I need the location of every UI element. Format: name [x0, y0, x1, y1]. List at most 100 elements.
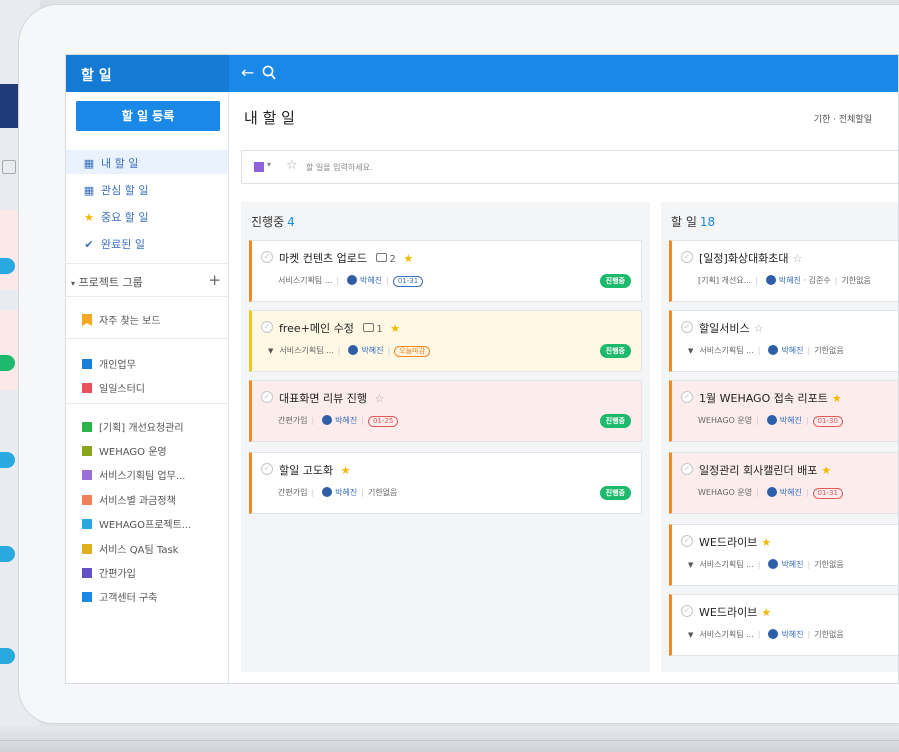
register-todo-button[interactable]: 할 일 등록: [76, 101, 220, 131]
color-square-icon: [82, 544, 92, 554]
project-item[interactable]: [기획] 개선요청관리: [82, 419, 184, 434]
project-item[interactable]: 서비스기획팀 업무...: [82, 467, 185, 482]
project-personal-work[interactable]: 개인업무: [82, 356, 136, 371]
column-title: 할 일 18: [671, 215, 716, 229]
project-item[interactable]: WEHAGO프로젝트...: [82, 516, 191, 531]
project-item[interactable]: 서비스 QA팀 Task: [82, 541, 178, 556]
star-icon[interactable]: ★: [390, 322, 400, 335]
assignee: 박혜진: [781, 630, 804, 639]
star-icon[interactable]: ★: [761, 606, 771, 619]
divider: [66, 403, 228, 404]
check-circle-icon: ✔: [84, 238, 94, 251]
divider: [66, 263, 228, 264]
due-date-pill: 01-25: [367, 416, 399, 427]
task-card[interactable]: ✓ 일정관리 회사캘린더 배포 ★ WEHAGO 운영 | 박혜진 | 01-31: [669, 452, 898, 514]
task-title: 대표화면 리뷰 진행: [279, 392, 367, 405]
background-card: [0, 310, 18, 390]
nav-important-todos[interactable]: ★ 중요 할 일: [66, 204, 228, 228]
project-item[interactable]: 고객센터 구축: [82, 589, 157, 604]
todo-input-placeholder: 할 일을 입력하세요.: [306, 163, 373, 172]
task-project: WEHAGO 운영: [698, 416, 753, 425]
task-title: 일정관리 회사캘린더 배포: [699, 464, 818, 477]
task-project: 서비스기획팀 ...: [279, 346, 334, 355]
assignee: 박혜진: [335, 416, 358, 425]
task-card[interactable]: ✓ 1월 WEHAGO 접속 리포트 ★ WEHAGO 운영 | 박혜진 | 01-30: [669, 380, 898, 442]
nav-watched-todos[interactable]: ▦ 관심 할 일: [66, 177, 228, 201]
avatar-icon: [322, 415, 333, 425]
check-circle-icon[interactable]: ✓: [681, 605, 693, 617]
check-circle-icon[interactable]: ✓: [681, 463, 693, 475]
task-card[interactable]: ✓ 할일서비스 ☆ ▼ 서비스기획팀 ... | 박혜진 | 기한없음: [669, 310, 898, 372]
task-card[interactable]: ✓ free+메인 수정 1 ★ ▼ 서비스기획팀 ... | 박혜진 | 오늘마감 진행…: [249, 310, 642, 372]
star-outline-icon[interactable]: ☆: [374, 392, 384, 405]
caret-down-icon[interactable]: ▼: [688, 631, 693, 639]
color-picker[interactable]: [254, 162, 264, 172]
nav-completed-todos[interactable]: ✔ 완료된 일: [66, 231, 228, 255]
filter-dropdown[interactable]: 기한 · 전체할일: [814, 112, 872, 125]
task-card[interactable]: ✓ WE드라이브 ★ ▼ 서비스기획팀 ... | 박혜진 | 기한없음: [669, 594, 898, 656]
divider: [66, 338, 228, 339]
check-circle-icon[interactable]: ✓: [681, 321, 693, 333]
assignee-extra: · 김준수: [803, 276, 831, 285]
check-circle-icon[interactable]: ✓: [261, 251, 273, 263]
task-card[interactable]: ✓ WE드라이브 ★ ▼ 서비스기획팀 ... | 박혜진 | 기한없음: [669, 524, 898, 586]
task-project: 서비스기획팀 ...: [699, 346, 754, 355]
color-square-icon: [82, 359, 92, 369]
nav-my-todos[interactable]: ▦ 내 할 일: [66, 150, 228, 174]
check-circle-icon[interactable]: ✓: [681, 251, 693, 263]
task-card[interactable]: ✓ 할일 고도화 ★ 간편가입 | 박혜진 | 기한없음 진행중: [249, 452, 642, 514]
star-icon[interactable]: ★: [832, 392, 842, 405]
task-title: 마켓 컨텐츠 업로드: [279, 252, 367, 265]
star-icon[interactable]: ★: [821, 464, 831, 477]
task-project: 간편가입: [278, 488, 308, 497]
assignee: 박혜진: [779, 488, 802, 497]
due-date: 기한없음: [841, 276, 871, 285]
check-circle-icon[interactable]: ✓: [681, 391, 693, 403]
background-card: [0, 210, 18, 290]
task-project: 간편가입: [278, 416, 308, 425]
search-icon[interactable]: [262, 65, 276, 81]
task-title: WE드라이브: [699, 536, 758, 549]
comment-icon: [363, 323, 375, 332]
task-card[interactable]: ✓ 마켓 컨텐츠 업로드 2 ★ 서비스기획팀 ... | 박혜진 | 01-31 진행…: [249, 240, 642, 302]
star-icon[interactable]: ★: [761, 536, 771, 549]
star-icon[interactable]: ★: [403, 252, 413, 265]
back-arrow-icon[interactable]: ←: [241, 64, 254, 82]
plus-icon[interactable]: +: [208, 271, 221, 289]
project-item[interactable]: WEHAGO 운영: [82, 443, 167, 458]
divider: [66, 296, 228, 297]
check-circle-icon[interactable]: ✓: [261, 321, 273, 333]
chevron-down-icon[interactable]: ▾: [267, 160, 271, 169]
color-square-icon: [82, 470, 92, 480]
color-square-icon: [82, 568, 92, 578]
star-outline-icon[interactable]: ☆: [286, 158, 298, 173]
color-square-icon: [82, 422, 92, 432]
status-badge: 진행중: [599, 274, 631, 288]
comment-icon: [376, 253, 388, 262]
caret-down-icon[interactable]: ▼: [688, 561, 693, 569]
check-circle-icon[interactable]: ✓: [681, 535, 693, 547]
sidebar: 할 일 등록 ▦ 내 할 일 ▦ 관심 할 일 ★ 중요 할 일 ✔ 완료된 일 ▾ 프…: [66, 92, 229, 683]
project-group-header[interactable]: ▾ 프로젝트 그룹 +: [71, 271, 221, 290]
star-outline-icon[interactable]: ☆: [754, 322, 764, 335]
column-title: 진행중 4: [251, 215, 295, 229]
check-circle-icon[interactable]: ✓: [261, 391, 273, 403]
project-item[interactable]: 간편가입: [82, 565, 136, 580]
task-project: [기획] 개선요...: [698, 276, 752, 285]
caret-down-icon[interactable]: ▼: [268, 347, 273, 355]
task-card[interactable]: ✓ [일정]화상대화초대 ☆ [기획] 개선요... | 박혜진 · 김준수 | 기한없음: [669, 240, 898, 302]
color-square-icon: [82, 383, 92, 393]
check-circle-icon[interactable]: ✓: [261, 463, 273, 475]
caret-down-icon[interactable]: ▼: [688, 347, 693, 355]
assignee: 박혜진: [781, 346, 804, 355]
new-todo-input[interactable]: ▾ ☆ 할 일을 입력하세요.: [241, 150, 898, 184]
star-icon[interactable]: ★: [341, 464, 351, 477]
favorite-board[interactable]: 자주 찾는 보드: [82, 312, 161, 327]
project-daily-study[interactable]: 일일스터디: [82, 380, 145, 395]
assignee: 박혜진: [779, 416, 802, 425]
task-card[interactable]: ✓ 대표화면 리뷰 진행 ☆ 간편가입 | 박혜진 | 01-25 진행중: [249, 380, 642, 442]
project-item[interactable]: 서비스별 과금정책: [82, 492, 176, 507]
due-date: 기한없음: [814, 346, 844, 355]
status-badge: 진행중: [599, 414, 631, 428]
star-outline-icon[interactable]: ☆: [793, 252, 803, 265]
